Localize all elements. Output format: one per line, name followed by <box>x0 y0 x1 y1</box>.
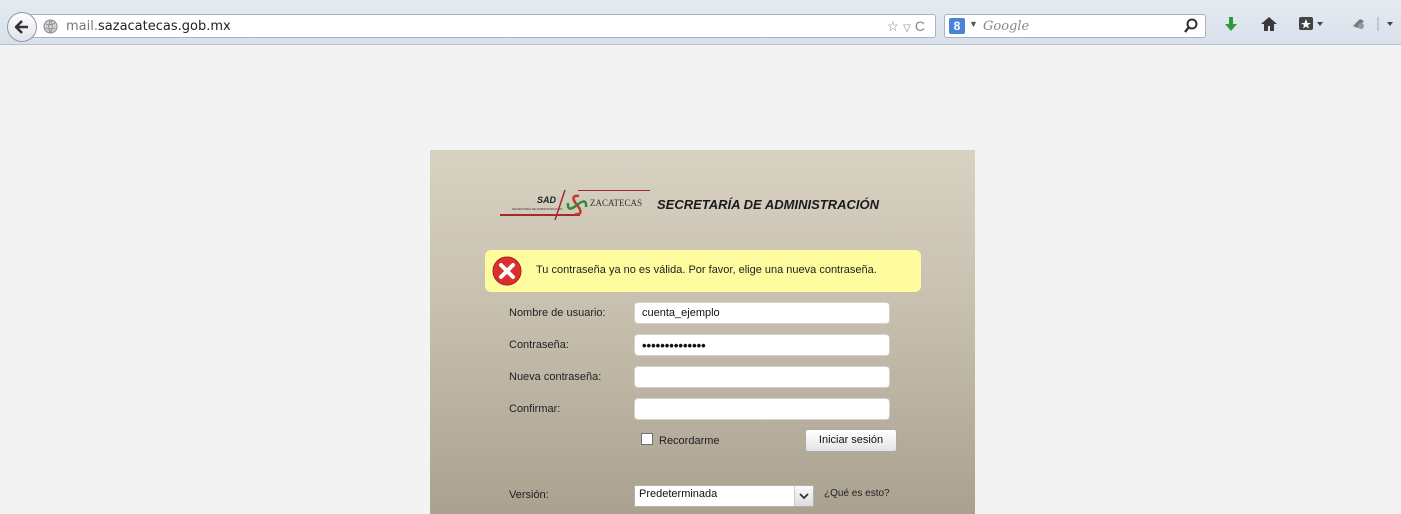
confirm-password-input[interactable] <box>634 398 890 420</box>
password-label: Contraseña: <box>509 339 569 351</box>
google-engine-icon[interactable]: 8 <box>949 18 965 34</box>
search-bar[interactable]: 8 ▼ Google <box>944 14 1206 38</box>
login-panel: SAD SECRETARÍA DE ADMINISTRACIÓN ZACATEC… <box>430 150 975 514</box>
url-bar-icons: ☆▽C <box>887 18 929 35</box>
url-text: mail.sazacatecas.gob.mx <box>66 19 231 34</box>
chevron-down-icon[interactable] <box>794 486 813 506</box>
download-icon[interactable] <box>1224 16 1238 37</box>
address-bar[interactable]: mail.sazacatecas.gob.mx ☆▽C <box>30 14 936 38</box>
back-arrow-icon <box>14 20 28 34</box>
version-selected-value: Predeterminada <box>639 488 718 500</box>
login-button[interactable]: Iniciar sesión <box>805 429 897 452</box>
error-message: Tu contraseña ya no es válida. Por favor… <box>536 264 877 276</box>
remember-checkbox[interactable] <box>641 433 653 445</box>
reload-icon[interactable]: C <box>915 18 929 34</box>
new-password-label: Nueva contraseña: <box>509 371 602 383</box>
bookmark-star-icon[interactable]: ☆ <box>887 18 904 34</box>
engine-dropdown-icon[interactable]: ▼ <box>969 19 978 29</box>
page-title: SECRETARÍA DE ADMINISTRACIÓN <box>657 197 879 212</box>
url-domain: sazacatecas.gob.mx <box>98 19 231 34</box>
browser-toolbar: mail.sazacatecas.gob.mx ☆▽C 8 ▼ Google <box>0 0 1401 45</box>
new-password-input[interactable] <box>634 366 890 388</box>
username-input[interactable]: cuenta_ejemplo <box>634 302 890 324</box>
username-label: Nombre de usuario: <box>509 307 606 319</box>
search-icon[interactable] <box>1183 18 1199 39</box>
globe-icon <box>43 19 58 39</box>
version-label: Versión: <box>509 489 549 501</box>
what-is-this-link[interactable]: ¿Qué es esto? <box>824 488 890 499</box>
logo-divider-top <box>578 190 650 191</box>
bookmarks-menu-icon[interactable] <box>1298 16 1326 37</box>
version-select[interactable]: Predeterminada <box>634 485 814 507</box>
zacatecas-logo-icon <box>565 193 589 222</box>
error-alert: Tu contraseña ya no es válida. Por favor… <box>485 250 921 292</box>
confirm-label: Confirmar: <box>509 403 561 415</box>
logo-state-name: ZACATECAS <box>590 198 643 208</box>
addon-icon[interactable] <box>1350 16 1400 37</box>
history-dropdown-icon[interactable]: ▽ <box>903 23 915 34</box>
url-prefix: mail. <box>66 19 98 34</box>
home-icon[interactable] <box>1260 16 1278 37</box>
remember-label[interactable]: Recordarme <box>659 435 720 447</box>
search-placeholder: Google <box>983 19 1030 34</box>
password-input[interactable]: •••••••••••••• <box>634 334 890 356</box>
back-button[interactable] <box>7 12 37 42</box>
error-icon <box>492 256 522 291</box>
